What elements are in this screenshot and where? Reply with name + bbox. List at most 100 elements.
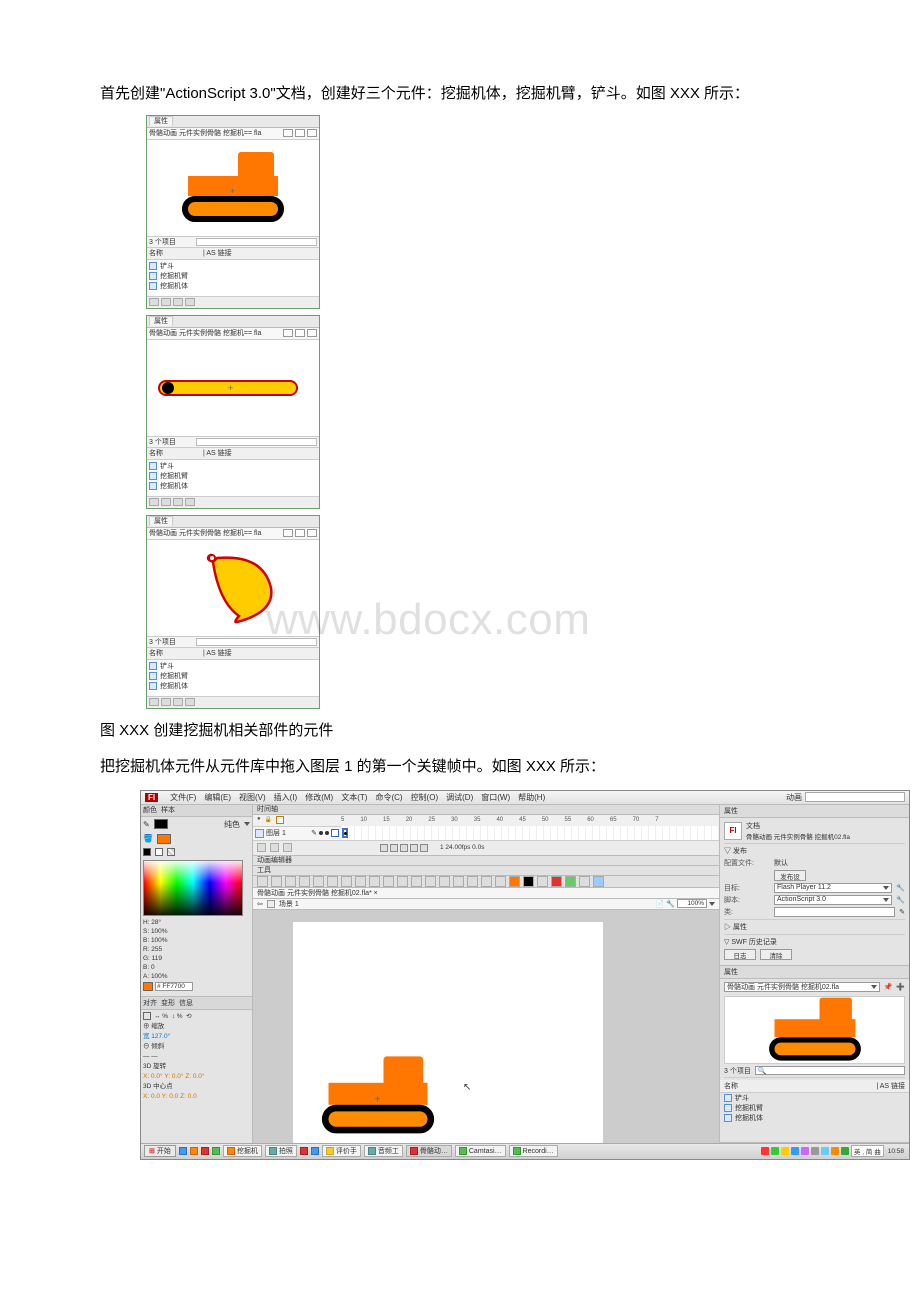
quicklaunch-icon[interactable] [212, 1147, 220, 1155]
quicklaunch-icon[interactable] [300, 1147, 308, 1155]
outline-icon[interactable] [276, 816, 284, 824]
swatch-tab[interactable]: 样本 [161, 805, 175, 815]
zoom-dropdown-icon[interactable] [709, 902, 715, 906]
new-folder-button[interactable] [161, 298, 171, 306]
list-item[interactable]: 铲斗 [724, 1093, 905, 1103]
lib-tab[interactable]: 属性 [149, 116, 173, 126]
deco-tool-icon[interactable] [411, 876, 422, 887]
class-input[interactable] [774, 907, 895, 917]
list-item[interactable]: 铲斗 [149, 461, 317, 471]
option-icon[interactable] [565, 876, 576, 887]
ffwd-button[interactable] [420, 844, 428, 852]
tray-icon[interactable] [821, 1147, 829, 1155]
info-tab[interactable]: 信息 [179, 998, 193, 1008]
hex-input[interactable]: # FF7700 [155, 982, 193, 991]
lib-col-link[interactable]: | AS 链接 [203, 448, 232, 458]
menu-edit[interactable]: 编辑(E) [204, 792, 231, 803]
bone-tool-icon[interactable] [425, 876, 436, 887]
selection-tool-icon[interactable] [257, 876, 268, 887]
menu-modify[interactable]: 修改(M) [305, 792, 333, 803]
lib-col-name[interactable]: 名称 [149, 248, 163, 258]
lib-col-link[interactable]: | AS 链接 [203, 648, 232, 658]
bucket-tool-icon[interactable] [439, 876, 450, 887]
taskbar-item[interactable]: Recordi… [509, 1145, 558, 1157]
list-item[interactable]: 挖掘机臂 [149, 671, 317, 681]
lib-search-input[interactable] [196, 638, 317, 646]
lib-pin-icon[interactable] [295, 529, 305, 537]
r-library-tab[interactable]: 属性 [720, 966, 909, 979]
wrench-icon[interactable]: 🔧 [896, 884, 905, 892]
quicklaunch-icon[interactable] [201, 1147, 209, 1155]
keyframe-1[interactable] [342, 828, 348, 838]
menu-view[interactable]: 视图(V) [239, 792, 266, 803]
default-icon[interactable] [155, 848, 163, 856]
tray-icon[interactable] [771, 1147, 779, 1155]
fill-swatch[interactable] [157, 834, 171, 844]
list-item[interactable]: 挖掘机臂 [149, 471, 317, 481]
tray-icon[interactable] [841, 1147, 849, 1155]
freetransform-tool-icon[interactable] [285, 876, 296, 887]
timeline-frames[interactable] [341, 826, 719, 840]
snap-icon[interactable] [551, 876, 562, 887]
stroke-color-tool[interactable] [509, 876, 520, 887]
timeline-tab[interactable]: 时间轴 [253, 805, 719, 815]
nofill-icon[interactable] [167, 848, 175, 856]
step-fwd-button[interactable] [410, 844, 418, 852]
text-tool-icon[interactable] [327, 876, 338, 887]
pen-tool-icon[interactable] [313, 876, 324, 887]
menu-file[interactable]: 文件(F) [170, 792, 196, 803]
publish-section[interactable]: 发布 [733, 848, 747, 855]
eraser-tool-icon[interactable] [467, 876, 478, 887]
taskbar-item-active[interactable]: 骨骼动… [406, 1145, 452, 1157]
step-back-button[interactable] [390, 844, 398, 852]
taskbar-item[interactable]: 评价手 [322, 1145, 361, 1157]
pencil-icon[interactable]: ✎ [899, 908, 905, 916]
rewind-button[interactable] [380, 844, 388, 852]
r-lib-col-link[interactable]: | AS 链接 [876, 1081, 905, 1091]
tray-icon[interactable] [831, 1147, 839, 1155]
lib-new-icon[interactable] [307, 529, 317, 537]
clear-button[interactable]: 清除 [760, 949, 792, 960]
props-section[interactable]: 属性 [733, 924, 747, 931]
scene-name[interactable]: 场景 1 [279, 899, 299, 909]
eyedropper-tool-icon[interactable] [453, 876, 464, 887]
menu-help[interactable]: 帮助(H) [518, 792, 545, 803]
swap-colors-icon[interactable] [537, 876, 548, 887]
brush-tool-icon[interactable] [397, 876, 408, 887]
publish-settings-button[interactable]: 发布设置… [774, 870, 806, 881]
stroke-swatch[interactable] [154, 819, 168, 829]
transform-tab[interactable]: 变形 [161, 998, 175, 1008]
oval-tool-icon[interactable] [369, 876, 380, 887]
taskbar-clock[interactable]: 10:58 [886, 1148, 906, 1155]
zoom-input[interactable]: 100% [677, 899, 707, 908]
r-lib-file-select[interactable]: 骨骼动画 元件实例骨骼 挖掘机02.fla [724, 982, 880, 992]
menu-command[interactable]: 命令(C) [375, 792, 402, 803]
layer-1-name[interactable]: 图层 1 [266, 828, 286, 838]
taskbar-item[interactable]: 挖掘机 [223, 1145, 262, 1157]
lock-dot-icon[interactable] [325, 831, 329, 835]
pin-icon[interactable]: 📌 [884, 983, 893, 991]
new-folder-button[interactable] [270, 843, 279, 852]
lib-search-input[interactable] [196, 238, 317, 246]
list-item[interactable]: 挖掘机体 [149, 681, 317, 691]
tray-icon[interactable] [791, 1147, 799, 1155]
rect-tool-icon[interactable] [355, 876, 366, 887]
lasso-tool-icon[interactable] [299, 876, 310, 887]
quicklaunch-icon[interactable] [179, 1147, 187, 1155]
language-indicator[interactable]: 英 , 简 曲 [851, 1145, 884, 1157]
back-icon[interactable]: ⇦ [257, 900, 263, 908]
lib-col-name[interactable]: 名称 [149, 648, 163, 658]
target-select[interactable]: Flash Player 11.2 [774, 883, 892, 893]
tray-icon[interactable] [811, 1147, 819, 1155]
outline-dot-icon[interactable] [331, 829, 339, 837]
stage-area[interactable]: + ↖ [253, 910, 719, 1143]
lock-icon[interactable]: 🔒 [265, 816, 272, 824]
stage-excavator-body[interactable]: + [318, 1052, 439, 1140]
r-lib-search-input[interactable]: 🔍 [755, 1066, 905, 1075]
lib-search-input[interactable] [196, 438, 317, 446]
hand-tool-icon[interactable] [481, 876, 492, 887]
script-select[interactable]: ActionScript 3.0 [774, 895, 892, 905]
list-item[interactable]: 铲斗 [149, 661, 317, 671]
color-tab[interactable]: 颜色 [143, 805, 157, 815]
lib-col-link[interactable]: | AS 链接 [203, 248, 232, 258]
